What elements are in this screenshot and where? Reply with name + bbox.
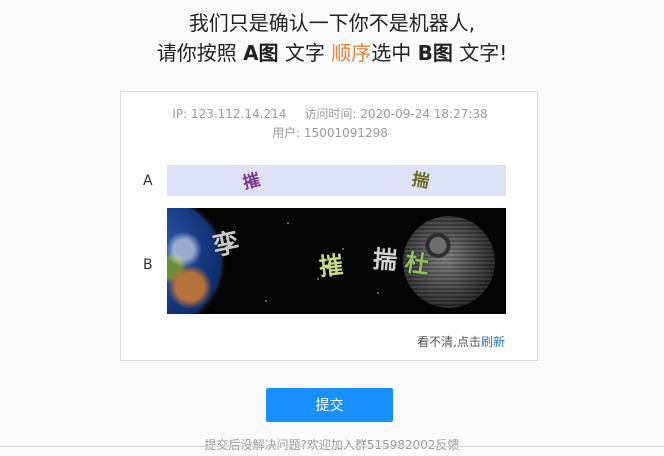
- captcha-image-b[interactable]: 孪 摧 揣 杜: [167, 208, 506, 314]
- bottom-divider: [0, 446, 664, 447]
- submit-button[interactable]: 提交: [266, 388, 393, 422]
- heading-text-word: 文字: [284, 41, 325, 65]
- image-a-char-1: 摧: [240, 170, 263, 194]
- image-b-char-2[interactable]: 摧: [318, 251, 345, 281]
- image-b-char-1[interactable]: 孪: [210, 228, 242, 263]
- heading-a-image-ref: A图: [243, 41, 279, 65]
- heading-suffix: 文字!: [459, 41, 508, 65]
- image-b-char-4[interactable]: 杜: [403, 248, 431, 279]
- captcha-image-a: 摧 揣: [167, 165, 506, 196]
- refresh-prefix: 看不清,点击: [417, 335, 481, 349]
- captcha-card: IP: 123.112.14.214 访问时间: 2020-09-24 18:27…: [120, 91, 538, 361]
- heading-line-1: 我们只是确认一下你不是机器人,: [188, 11, 476, 35]
- help-footer: 提交后没解决问题?欢迎加入群515982002反馈: [204, 438, 460, 452]
- heading-select-word: 选中: [371, 41, 412, 65]
- image-a-char-2: 揣: [410, 169, 431, 193]
- earth-graphic: [167, 208, 221, 314]
- visit-info: IP: 123.112.14.214 访问时间: 2020-09-24 18:27…: [121, 105, 539, 123]
- refresh-link[interactable]: 刷新: [481, 335, 505, 349]
- heading-order-word: 顺序: [331, 41, 372, 65]
- heading-prefix: 请你按照: [156, 41, 237, 65]
- refresh-hint: 看不清,点击刷新: [417, 333, 505, 350]
- captcha-page: 我们只是确认一下你不是机器人, 请你按照 A图 文字 顺序选中 B图 文字! I…: [0, 0, 664, 456]
- image-b-char-3[interactable]: 揣: [372, 245, 398, 275]
- heading-line-2: 请你按照 A图 文字 顺序选中 B图 文字!: [0, 38, 664, 68]
- user-info: 用户: 15001091298: [272, 126, 388, 140]
- row-a-label: A: [143, 173, 153, 189]
- visit-time: 访问时间: 2020-09-24 18:27:38: [304, 107, 488, 121]
- ip-address: IP: 123.112.14.214: [172, 107, 287, 121]
- heading-b-image-ref: B图: [417, 41, 453, 65]
- row-b-label: B: [143, 257, 153, 273]
